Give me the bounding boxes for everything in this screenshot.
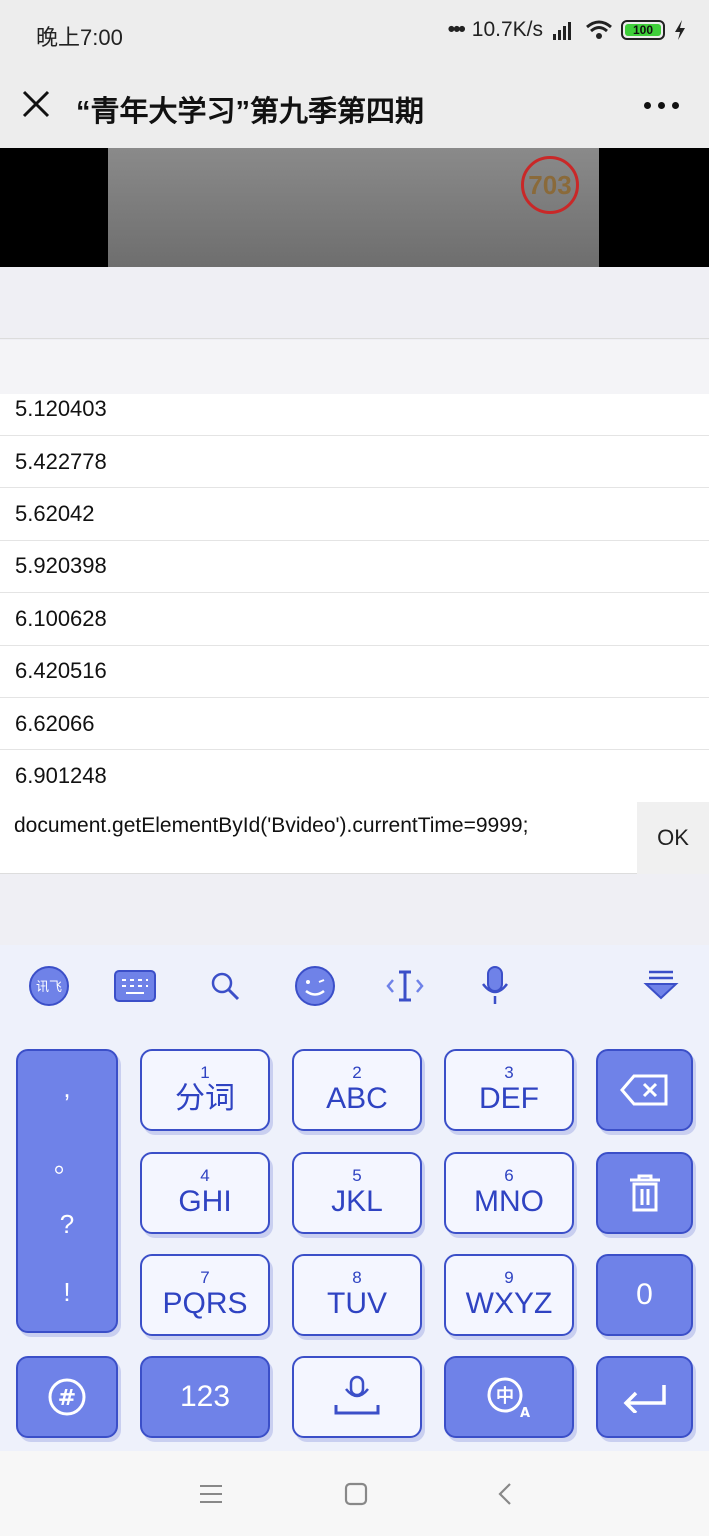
language-switch-icon: 中A	[487, 1377, 530, 1419]
cursor-icon[interactable]	[382, 963, 428, 1009]
microphone-icon[interactable]	[472, 963, 518, 1009]
collapse-keyboard-icon[interactable]	[638, 963, 684, 1009]
emoji-icon[interactable]	[292, 963, 338, 1009]
console-input[interactable]: document.getElementById('Bvideo').curren…	[14, 814, 528, 838]
svg-text:讯飞: 讯飞	[36, 980, 62, 995]
punct-exclamation: !	[63, 1277, 71, 1307]
battery-level: 100	[632, 23, 654, 37]
console-input-bar: document.getElementById('Bvideo').curren…	[0, 802, 709, 874]
list-item[interactable]: 5.422778	[0, 436, 709, 489]
enter-key[interactable]	[596, 1356, 693, 1438]
video-player[interactable]: 703	[0, 148, 709, 267]
spacer	[0, 875, 709, 945]
key-number: 6	[504, 1166, 514, 1185]
key-label: 0	[636, 1278, 653, 1311]
system-nav-bar	[0, 1451, 709, 1536]
language-switch-key[interactable]: 中A	[444, 1356, 574, 1438]
time-list: 5.120403 5.422778 5.62042 5.920398 6.100…	[0, 394, 709, 803]
key-6[interactable]: 6 MNO	[444, 1152, 574, 1234]
key-label: PQRS	[162, 1287, 248, 1320]
key-9[interactable]: 9 WXYZ	[444, 1254, 574, 1336]
numbers-key[interactable]: 123	[140, 1356, 270, 1438]
list-item[interactable]: 6.62066	[0, 698, 709, 751]
status-time: 晚上7:00	[36, 25, 123, 50]
title-bar: “青年大学习”第九季第四期	[0, 64, 709, 148]
punct-period: 。	[53, 1148, 80, 1178]
key-8[interactable]: 8 TUV	[292, 1254, 422, 1336]
key-label: 分词	[175, 1082, 235, 1115]
key-label: ABC	[326, 1082, 388, 1115]
list-item[interactable]: 6.100628	[0, 593, 709, 646]
trash-icon	[629, 1174, 660, 1212]
video-frame: 703	[108, 148, 599, 267]
ifly-logo-icon[interactable]: 讯飞	[26, 963, 72, 1009]
keyboard: 讯飞 , 。 ? ! 1 分词 2 ABC 3 DEF 4 GHI 5 JKL …	[0, 945, 709, 1451]
ok-button[interactable]: OK	[637, 802, 709, 874]
space-key[interactable]	[292, 1356, 422, 1438]
key-number: 2	[352, 1063, 362, 1082]
key-1[interactable]: 1 分词	[140, 1049, 270, 1131]
svg-text:A: A	[520, 1406, 530, 1419]
menu-icon[interactable]	[198, 1481, 224, 1507]
key-label: JKL	[331, 1185, 383, 1218]
enter-icon	[623, 1385, 666, 1413]
back-icon[interactable]	[493, 1481, 519, 1507]
list-item[interactable]: 5.120403	[0, 394, 709, 436]
signal-icon	[553, 22, 571, 40]
network-speed: 10.7K/s	[471, 18, 543, 41]
list-item[interactable]: 5.62042	[0, 488, 709, 541]
list-item[interactable]: 6.901248	[0, 750, 709, 803]
more-menu-icon[interactable]	[644, 102, 679, 109]
symbol-icon: #	[48, 1378, 86, 1416]
punct-comma: ,	[63, 1073, 71, 1103]
key-label: DEF	[479, 1082, 539, 1115]
close-icon[interactable]	[18, 86, 54, 122]
key-number: 3	[504, 1063, 514, 1082]
page-title: “青年大学习”第九季第四期	[76, 96, 425, 128]
key-3[interactable]: 3 DEF	[444, 1049, 574, 1131]
key-number: 5	[352, 1166, 362, 1185]
status-right: ••• 10.7K/s 100	[448, 18, 687, 42]
backspace-icon	[619, 1074, 667, 1106]
home-icon[interactable]	[343, 1481, 369, 1507]
keyboard-icon[interactable]	[112, 963, 158, 1009]
key-0[interactable]: 0	[596, 1254, 693, 1336]
key-5[interactable]: 5 JKL	[292, 1152, 422, 1234]
key-number: 7	[200, 1268, 210, 1287]
wifi-icon	[586, 20, 612, 39]
key-label: GHI	[178, 1185, 232, 1218]
key-number: 9	[504, 1268, 514, 1287]
charging-icon	[675, 20, 685, 40]
svg-text:#: #	[58, 1386, 76, 1411]
key-number: 8	[352, 1268, 362, 1287]
symbol-key[interactable]: #	[16, 1356, 118, 1438]
punct-question: ?	[59, 1209, 75, 1239]
key-number: 4	[200, 1166, 210, 1185]
list-item[interactable]: 5.920398	[0, 541, 709, 594]
key-2[interactable]: 2 ABC	[292, 1049, 422, 1131]
backspace-key[interactable]	[596, 1049, 693, 1131]
more-notifications-icon: •••	[447, 18, 466, 41]
video-badge: 703	[521, 156, 579, 214]
key-label: WXYZ	[465, 1287, 553, 1320]
spacer	[0, 340, 709, 394]
list-item[interactable]: 6.420516	[0, 646, 709, 698]
key-7[interactable]: 7 PQRS	[140, 1254, 270, 1336]
key-number: 1	[200, 1063, 210, 1082]
key-4[interactable]: 4 GHI	[140, 1152, 270, 1234]
key-label: TUV	[327, 1287, 387, 1320]
svg-text:中: 中	[496, 1385, 514, 1407]
punctuation-key[interactable]: , 。 ? !	[16, 1049, 118, 1333]
battery-icon: 100	[621, 20, 665, 40]
clear-key[interactable]	[596, 1152, 693, 1234]
spacer	[0, 267, 709, 339]
status-bar: 晚上7:00 ••• 10.7K/s 100	[0, 0, 709, 64]
key-label: MNO	[474, 1185, 544, 1218]
key-label: 123	[179, 1380, 231, 1413]
screen: 晚上7:00 ••• 10.7K/s 100 “青年大学习”第九季第四期 703…	[0, 0, 709, 1536]
space-mic-icon	[334, 1375, 380, 1415]
search-icon[interactable]	[202, 963, 248, 1009]
